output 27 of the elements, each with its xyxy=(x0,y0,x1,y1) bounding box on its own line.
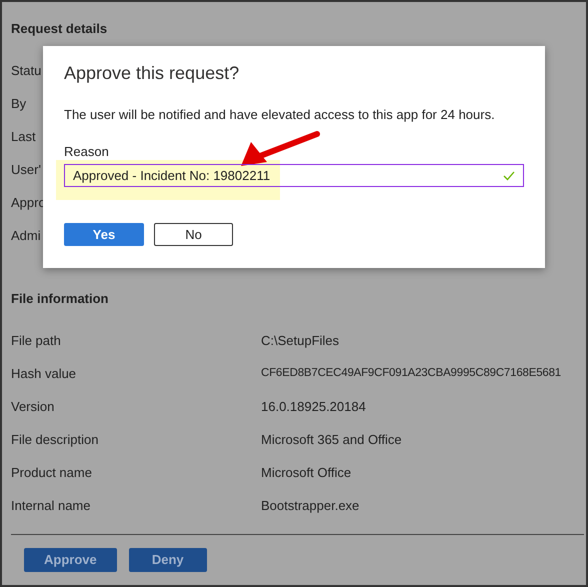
no-button[interactable]: No xyxy=(154,223,233,246)
reason-field[interactable]: Approved - Incident No: 19802211 xyxy=(64,164,524,187)
field-label: File path xyxy=(11,332,61,350)
field-label: Hash value xyxy=(11,364,76,383)
reason-label: Reason xyxy=(64,144,109,160)
field-value: CF6ED8B7CEC49AF9CF091A23CBA9995C89C7168E5681 xyxy=(261,366,562,381)
field-label: By xyxy=(11,94,26,113)
yes-button[interactable]: Yes xyxy=(64,223,144,246)
section-title: File information xyxy=(11,290,110,308)
field-label: User' xyxy=(11,160,41,179)
section-title: Request details xyxy=(11,20,108,38)
field-label: Internal name xyxy=(11,496,90,515)
field-value: Bootstrapper.exe xyxy=(261,496,360,515)
field-label: File description xyxy=(11,430,98,449)
approve-button[interactable]: Approve xyxy=(24,548,117,572)
field-label: Product name xyxy=(11,464,92,482)
field-value: 16.0.18925.20184 xyxy=(261,398,367,416)
dialog-message: The user will be notified and have elevated access to this app for 24 hours. xyxy=(64,106,496,124)
field-label: Admi xyxy=(11,226,41,245)
field-label: Version xyxy=(11,398,54,416)
deny-button[interactable]: Deny xyxy=(128,548,207,572)
field-value: Microsoft Office xyxy=(261,464,352,482)
field-label: Last xyxy=(11,128,36,146)
field-value: C:\SetupFiles xyxy=(261,332,340,350)
field-value: Microsoft 365 and Office xyxy=(261,430,403,449)
dialog-title: Approve this request? xyxy=(64,62,240,85)
field-label: Statu xyxy=(11,62,42,80)
